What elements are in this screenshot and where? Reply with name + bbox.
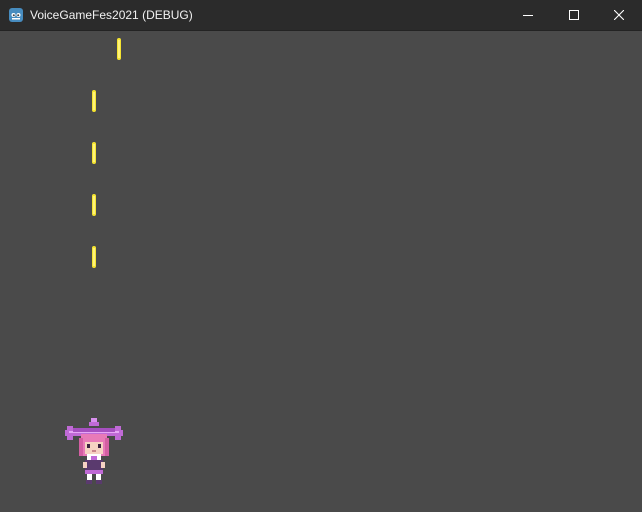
game-viewport[interactable] bbox=[0, 31, 642, 512]
bullet bbox=[92, 142, 96, 164]
maximize-button[interactable] bbox=[551, 0, 597, 30]
close-icon bbox=[614, 10, 624, 20]
bullet bbox=[117, 38, 121, 60]
minimize-icon bbox=[523, 15, 533, 16]
close-button[interactable] bbox=[596, 0, 642, 30]
minimize-button[interactable] bbox=[505, 0, 551, 30]
player-character bbox=[65, 418, 123, 484]
bullet bbox=[92, 194, 96, 216]
bullet bbox=[92, 90, 96, 112]
game-window: VoiceGameFes2021 (DEBUG) bbox=[0, 0, 642, 512]
godot-engine-icon bbox=[9, 8, 23, 22]
bullet bbox=[92, 246, 96, 268]
title-bar[interactable]: VoiceGameFes2021 (DEBUG) bbox=[0, 0, 642, 31]
window-title: VoiceGameFes2021 (DEBUG) bbox=[30, 8, 193, 22]
maximize-icon bbox=[569, 10, 579, 20]
